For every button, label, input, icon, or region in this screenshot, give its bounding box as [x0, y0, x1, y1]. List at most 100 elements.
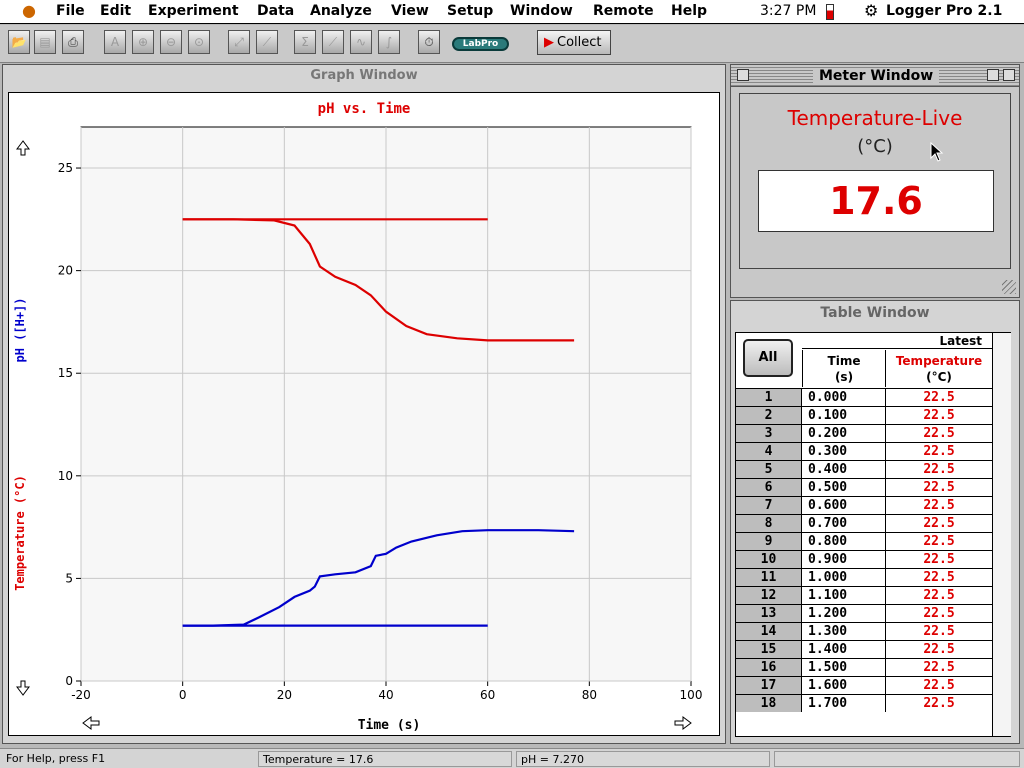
- table-row[interactable]: 11 1.000 22.5: [736, 568, 992, 586]
- menu-view[interactable]: View: [391, 3, 429, 19]
- close-box-icon[interactable]: [737, 69, 749, 81]
- open-file-icon[interactable]: 📂: [8, 30, 30, 54]
- collapse-box-icon[interactable]: [1003, 69, 1015, 81]
- temperature-cell[interactable]: 22.5: [886, 587, 992, 604]
- all-button[interactable]: All: [743, 339, 793, 377]
- menu-remote[interactable]: Remote: [593, 3, 654, 19]
- time-cell[interactable]: 1.600: [802, 677, 886, 694]
- table-row[interactable]: 8 0.700 22.5: [736, 514, 992, 532]
- temperature-cell[interactable]: 22.5: [886, 659, 992, 676]
- menu-setup[interactable]: Setup: [447, 3, 493, 19]
- time-cell[interactable]: 0.100: [802, 407, 886, 424]
- menu-help[interactable]: Help: [671, 3, 707, 19]
- time-cell[interactable]: 0.200: [802, 425, 886, 442]
- table-row[interactable]: 14 1.300 22.5: [736, 622, 992, 640]
- print-icon[interactable]: ⎙: [62, 30, 84, 54]
- apple-menu-icon[interactable]: ●: [22, 1, 36, 20]
- time-cell[interactable]: 1.200: [802, 605, 886, 622]
- temperature-cell[interactable]: 22.5: [886, 569, 992, 586]
- resize-grip-icon[interactable]: [1002, 280, 1016, 294]
- meter-title-bar[interactable]: Meter Window: [731, 65, 1019, 87]
- linear-fit-icon[interactable]: ⟋: [322, 30, 344, 54]
- time-cell[interactable]: 0.800: [802, 533, 886, 550]
- table-row[interactable]: 15 1.400 22.5: [736, 640, 992, 658]
- menu-data[interactable]: Data: [257, 3, 294, 19]
- temperature-cell[interactable]: 22.5: [886, 551, 992, 568]
- time-cell[interactable]: 0.400: [802, 461, 886, 478]
- stopwatch-icon[interactable]: ⏱: [418, 30, 440, 54]
- time-cell[interactable]: 0.900: [802, 551, 886, 568]
- temperature-cell[interactable]: 22.5: [886, 641, 992, 658]
- temperature-cell[interactable]: 22.5: [886, 695, 992, 712]
- temperature-cell[interactable]: 22.5: [886, 443, 992, 460]
- menu-bar: ● File Edit Experiment Data Analyze View…: [0, 0, 1024, 24]
- temperature-cell[interactable]: 22.5: [886, 407, 992, 424]
- autoscale-icon[interactable]: A: [104, 30, 126, 54]
- menu-window[interactable]: Window: [510, 3, 573, 19]
- save-icon[interactable]: ▤: [34, 30, 56, 54]
- temperature-cell[interactable]: 22.5: [886, 461, 992, 478]
- menu-experiment[interactable]: Experiment: [148, 3, 239, 19]
- examine-icon[interactable]: ⤢: [228, 30, 250, 54]
- temperature-column-header[interactable]: Temperature (°C): [886, 350, 992, 387]
- time-cell[interactable]: 0.500: [802, 479, 886, 496]
- time-cell[interactable]: 0.300: [802, 443, 886, 460]
- zoom-box-icon[interactable]: [987, 69, 999, 81]
- temperature-cell[interactable]: 22.5: [886, 533, 992, 550]
- table-row[interactable]: 10 0.900 22.5: [736, 550, 992, 568]
- time-cell[interactable]: 1.000: [802, 569, 886, 586]
- table-row[interactable]: 4 0.300 22.5: [736, 442, 992, 460]
- time-cell[interactable]: 0.000: [802, 389, 886, 406]
- temperature-cell[interactable]: 22.5: [886, 497, 992, 514]
- time-cell[interactable]: 0.600: [802, 497, 886, 514]
- integral-icon[interactable]: ∫: [378, 30, 400, 54]
- menu-edit[interactable]: Edit: [100, 3, 131, 19]
- time-cell[interactable]: 1.100: [802, 587, 886, 604]
- table-row[interactable]: 12 1.100 22.5: [736, 586, 992, 604]
- menu-file[interactable]: File: [56, 3, 85, 19]
- table-row[interactable]: 18 1.700 22.5: [736, 694, 992, 712]
- statistics-icon[interactable]: Σ: [294, 30, 316, 54]
- time-cell[interactable]: 0.700: [802, 515, 886, 532]
- pH-time-chart[interactable]: -20 0 20 40 60 80 1000510152025pH vs. TimeTime…: [9, 93, 719, 735]
- app-menu-icon[interactable]: ⚙: [864, 1, 878, 20]
- labpro-status-button[interactable]: LabPro: [452, 37, 509, 51]
- temperature-cell[interactable]: 22.5: [886, 425, 992, 442]
- table-row[interactable]: 16 1.500 22.5: [736, 658, 992, 676]
- time-cell[interactable]: 1.500: [802, 659, 886, 676]
- table-scrollbar[interactable]: [992, 333, 1011, 736]
- menu-analyze[interactable]: Analyze: [310, 3, 372, 19]
- tangent-icon[interactable]: ⟋: [256, 30, 278, 54]
- table-row[interactable]: 3 0.200 22.5: [736, 424, 992, 442]
- table-row[interactable]: 5 0.400 22.5: [736, 460, 992, 478]
- temperature-cell[interactable]: 22.5: [886, 479, 992, 496]
- curve-fit-icon[interactable]: ∿: [350, 30, 372, 54]
- table-row[interactable]: 6 0.500 22.5: [736, 478, 992, 496]
- temperature-cell[interactable]: 22.5: [886, 389, 992, 406]
- zoom-out-icon[interactable]: ⊖: [160, 30, 182, 54]
- table-row[interactable]: 1 0.000 22.5: [736, 388, 992, 406]
- temperature-cell[interactable]: 22.5: [886, 605, 992, 622]
- temperature-cell[interactable]: 22.5: [886, 623, 992, 640]
- table-row[interactable]: 7 0.600 22.5: [736, 496, 992, 514]
- table-row[interactable]: 9 0.800 22.5: [736, 532, 992, 550]
- scroll-left-arrow-icon[interactable]: [82, 716, 100, 730]
- zoom-in-icon[interactable]: ⊕: [132, 30, 154, 54]
- scroll-up-arrow-icon[interactable]: [16, 140, 30, 156]
- time-column-header[interactable]: Time (s): [802, 350, 886, 387]
- time-cell[interactable]: 1.700: [802, 695, 886, 712]
- table-window-title[interactable]: Table Window: [731, 305, 1019, 321]
- app-menu-name[interactable]: Logger Pro 2.1: [886, 3, 1002, 19]
- collect-button[interactable]: ▶ Collect: [537, 30, 611, 55]
- graph-window-title[interactable]: Graph Window: [3, 65, 725, 87]
- scroll-down-arrow-icon[interactable]: [16, 680, 30, 696]
- table-row[interactable]: 13 1.200 22.5: [736, 604, 992, 622]
- time-cell[interactable]: 1.300: [802, 623, 886, 640]
- scroll-right-arrow-icon[interactable]: [674, 716, 692, 730]
- zoom-icon[interactable]: ⊙: [188, 30, 210, 54]
- temperature-cell[interactable]: 22.5: [886, 677, 992, 694]
- time-cell[interactable]: 1.400: [802, 641, 886, 658]
- table-row[interactable]: 2 0.100 22.5: [736, 406, 992, 424]
- temperature-cell[interactable]: 22.5: [886, 515, 992, 532]
- table-row[interactable]: 17 1.600 22.5: [736, 676, 992, 694]
